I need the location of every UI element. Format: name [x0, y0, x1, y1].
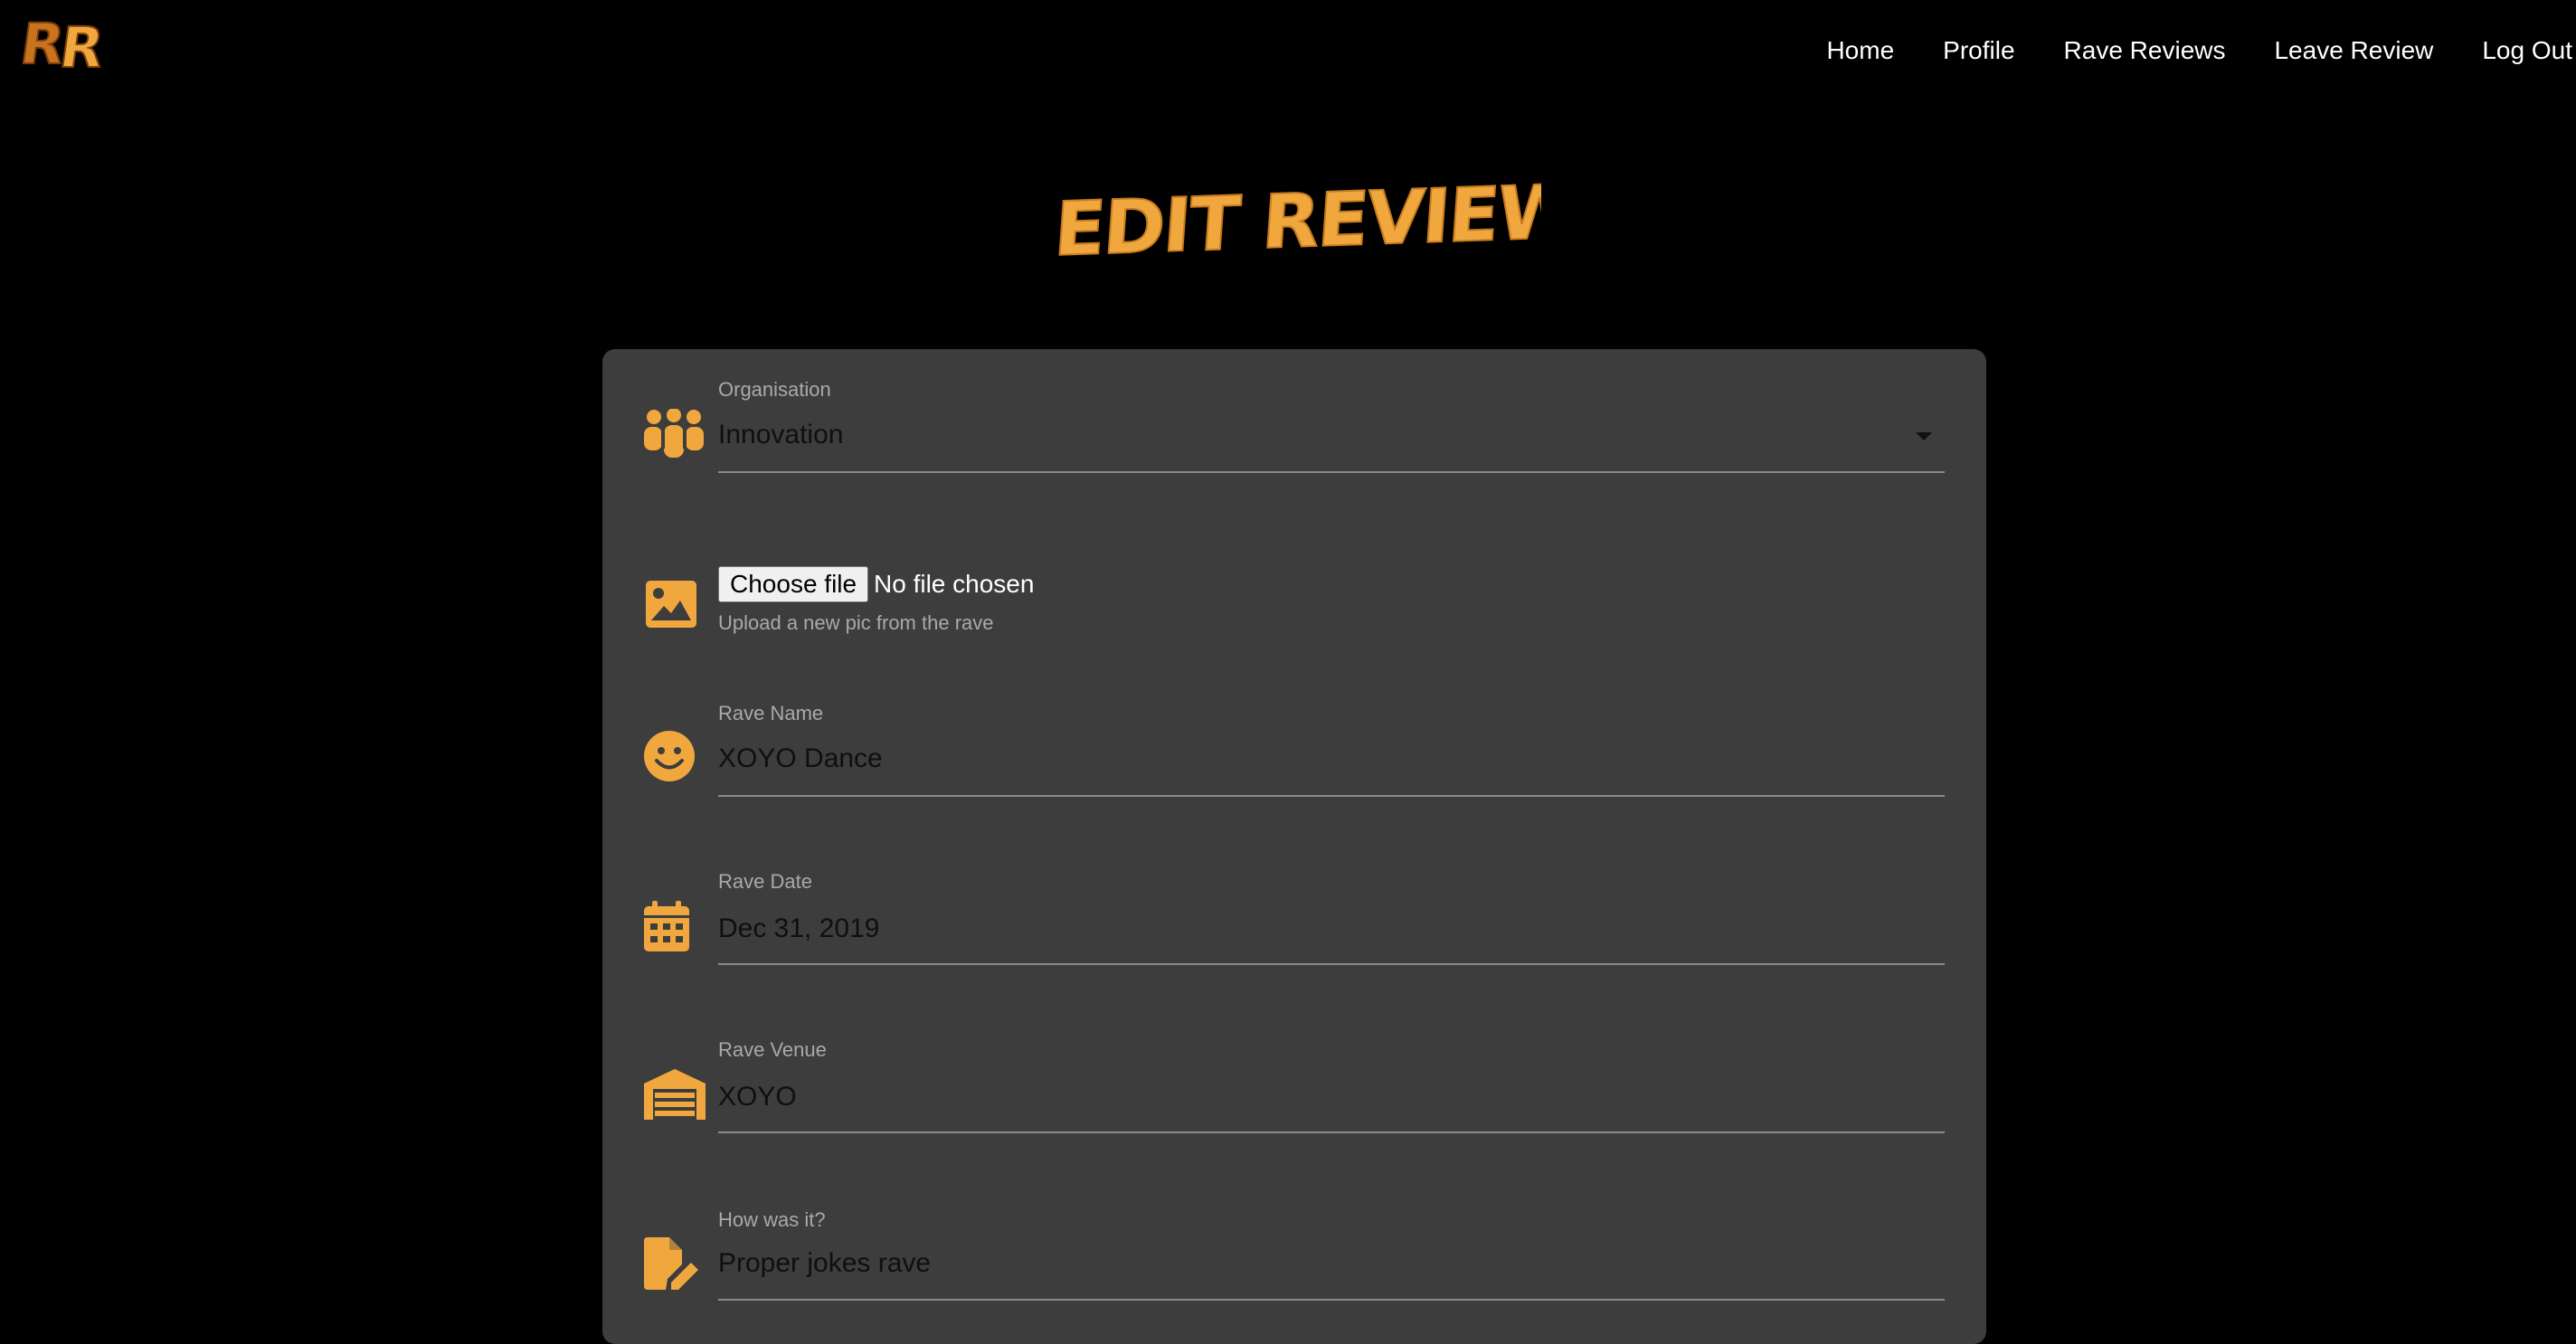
page-title: EDIT REVIEW — [0, 172, 2576, 285]
rr-logo[interactable]: R R — [15, 10, 128, 81]
nav-home-link[interactable]: Home — [1826, 33, 1894, 69]
top-navigation-bar: R R Home Profile Rave Reviews Leave Revi… — [0, 0, 2576, 99]
nav-profile-link[interactable]: Profile — [1943, 33, 2014, 69]
nav-rave-reviews-link[interactable]: Rave Reviews — [2064, 33, 2226, 69]
rave-name-label: Rave Name — [718, 702, 824, 724]
svg-text:R: R — [55, 14, 108, 76]
photo-helper-text: Upload a new pic from the rave — [718, 611, 994, 634]
rave-date-label: Rave Date — [718, 870, 812, 893]
review-underline — [718, 1299, 1945, 1301]
rave-name-input[interactable]: XOYO Dance — [718, 743, 1894, 774]
chevron-down-icon[interactable] — [1916, 432, 1932, 440]
group-icon — [642, 408, 706, 464]
rave-date-underline — [718, 963, 1945, 965]
edit-document-icon — [644, 1237, 702, 1294]
organisation-underline — [718, 471, 1945, 473]
rave-name-underline — [718, 795, 1945, 797]
nav-leave-review-link[interactable]: Leave Review — [2274, 33, 2433, 69]
file-status-text: No file chosen — [874, 570, 1035, 598]
rave-venue-input[interactable]: XOYO — [718, 1082, 1894, 1112]
calendar-icon — [644, 901, 689, 956]
choose-file-button[interactable]: Choose file — [718, 566, 869, 602]
nav-log-out-link[interactable]: Log Out — [2482, 33, 2572, 69]
main-nav: Home Profile Rave Reviews Leave Review L… — [1777, 33, 2572, 69]
warehouse-icon — [644, 1069, 706, 1124]
rave-date-input[interactable]: Dec 31, 2019 — [718, 913, 1894, 944]
organisation-label: Organisation — [718, 378, 831, 401]
edit-review-form-card: Organisation Innovation Choose file No f… — [602, 349, 1986, 1344]
image-icon — [646, 581, 696, 632]
page-title-text: EDIT REVIEW — [1052, 172, 1541, 273]
review-label: How was it? — [718, 1208, 826, 1231]
rave-venue-label: Rave Venue — [718, 1038, 827, 1061]
smiley-icon — [644, 731, 695, 786]
rave-venue-underline — [718, 1131, 1945, 1133]
organisation-value: Innovation — [718, 420, 844, 450]
review-input[interactable]: Proper jokes rave — [718, 1248, 1894, 1279]
